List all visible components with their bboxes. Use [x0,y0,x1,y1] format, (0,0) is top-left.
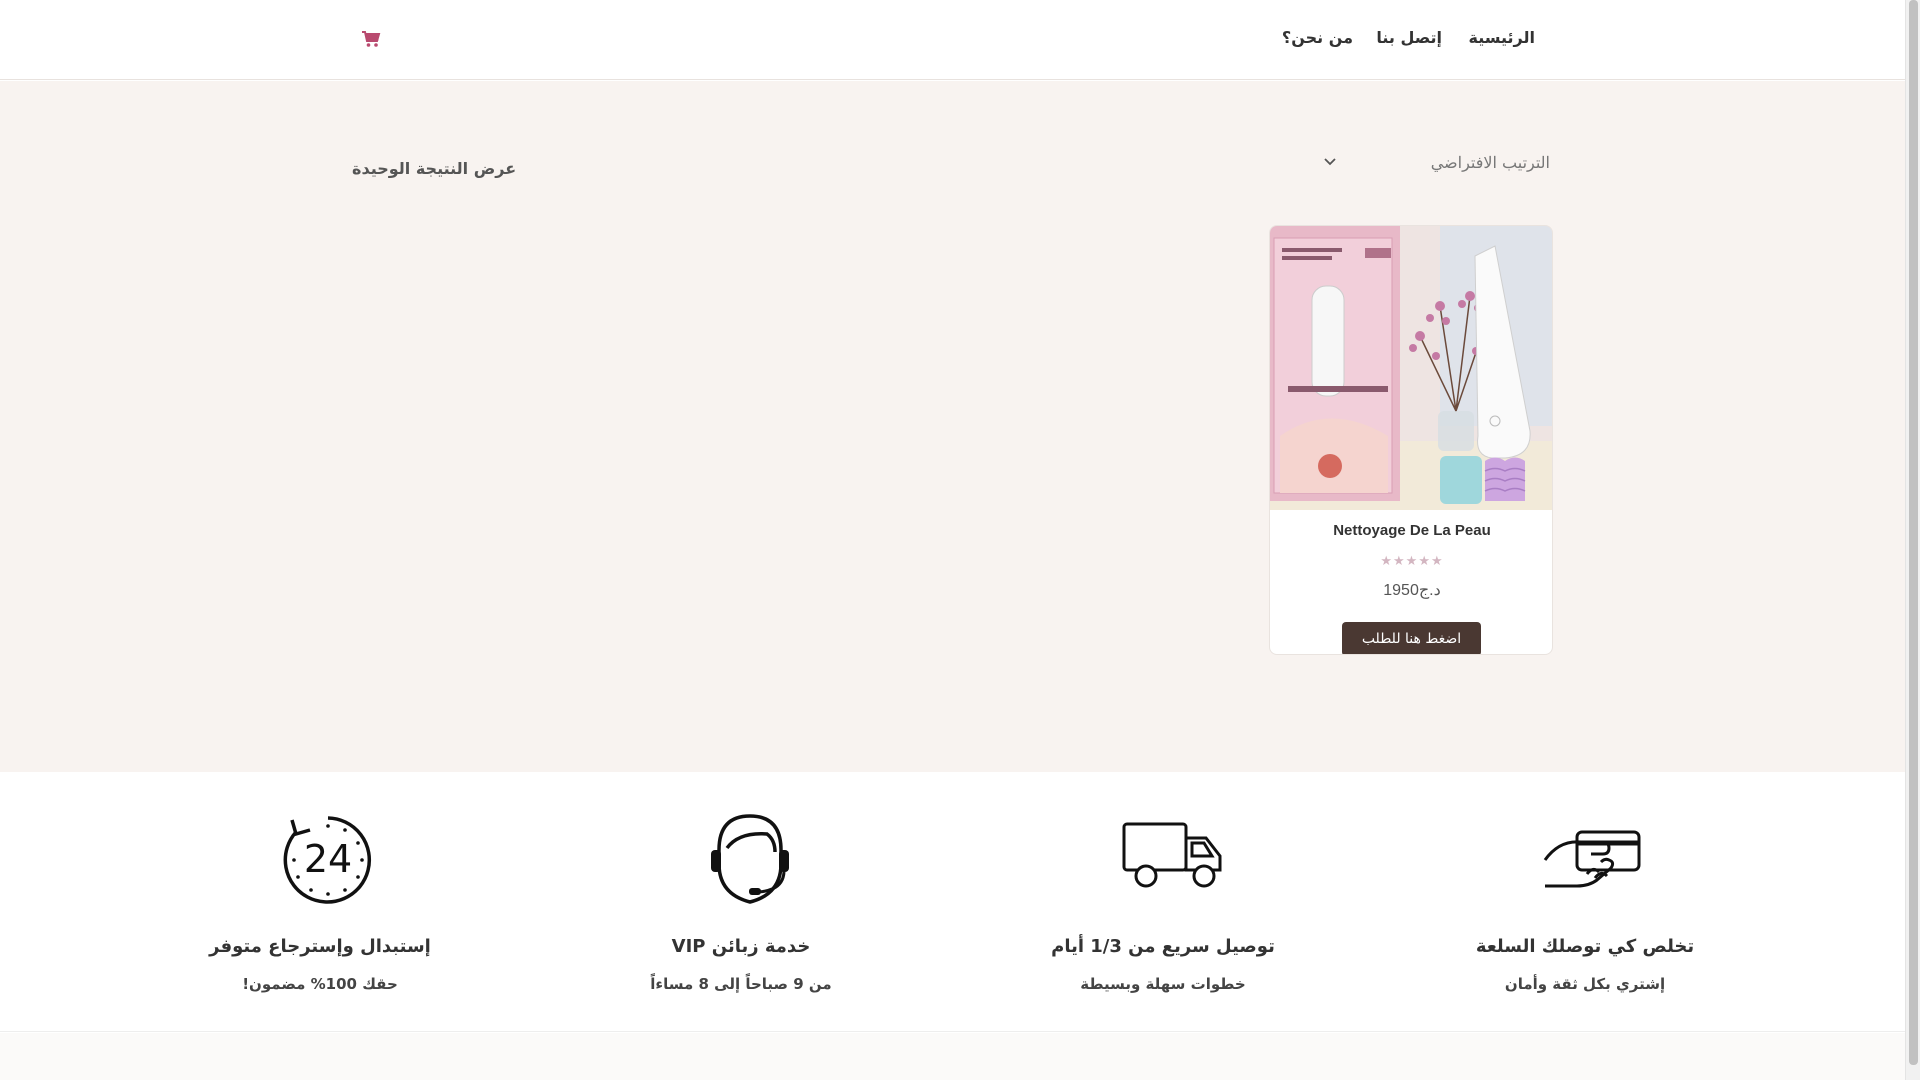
chevron-down-icon [1324,158,1336,166]
order-button[interactable]: اضغط هنا للطلب [1342,622,1481,654]
feature-delivery: توصيل سريع من 1/3 أيام خطوات سهلة وبسيطة [983,772,1343,1032]
feature-title: توصيل سريع من 1/3 أيام [1051,936,1275,957]
sort-selected-value: الترتيب الافتراضي [1430,153,1550,172]
shopping-cart-icon[interactable] [361,30,381,48]
feature-title: تخلص كي توصلك السلعة [1475,936,1695,957]
result-count: عرض النتيجة الوحيدة [352,159,517,178]
headset-support-icon [711,814,789,904]
feature-returns: 24 إستبدال وإسترجاع متوفر حقك 100% مضمون… [140,772,500,1032]
rating-stars: ★★★★★ [1380,554,1444,569]
24-hours-icon: 24 [283,816,372,904]
page: الرئيسية إتصل بنا من نحن؟ عرض النتيجة ال… [0,0,1905,1080]
scrollbar-thumb[interactable] [1909,0,1918,1065]
product-card[interactable]: Nettoyage De La Peau ★★★★★ 1950د.ج اضغط … [1269,225,1553,655]
feature-description: حقك 100% مضمون! [242,975,398,993]
product-price: 1950د.ج [1383,582,1441,599]
feature-payment: تخلص كي توصلك السلعة إشتري بكل ثقة وأمان [1405,772,1765,1032]
feature-title: خدمة زبائن VIP [671,936,811,957]
nav-contact[interactable]: إتصل بنا [1376,28,1442,47]
vertical-scrollbar[interactable] [1905,0,1920,1080]
feature-description: إشتري بكل ثقة وأمان [1504,975,1666,993]
card-payment-icon [1543,830,1641,888]
feature-title: إستبدال وإسترجاع متوفر [209,936,431,957]
feature-support: خدمة زبائن VIP من 9 صباحاً إلى 8 مساءاً [561,772,921,1032]
nav-about[interactable]: من نحن؟ [1282,28,1353,47]
feature-description: من 9 صباحاً إلى 8 مساءاً [650,975,832,993]
sort-select[interactable]: الترتيب الافتراضي [1305,145,1550,185]
shop-area: عرض النتيجة الوحيدة الترتيب الافتراضي Ne… [0,81,1905,772]
24-hours-label: 24 [304,837,352,881]
product-title[interactable]: Nettoyage De La Peau [1270,522,1552,539]
product-image[interactable] [1270,226,1553,510]
features-section: تخلص كي توصلك السلعة إشتري بكل ثقة وأمان… [0,772,1905,1032]
footer-strip [0,1033,1905,1080]
delivery-truck-icon [1122,822,1222,888]
feature-description: خطوات سهلة وبسيطة [1080,975,1246,993]
site-header: الرئيسية إتصل بنا من نحن؟ [0,0,1905,80]
nav-home[interactable]: الرئيسية [1469,28,1536,47]
